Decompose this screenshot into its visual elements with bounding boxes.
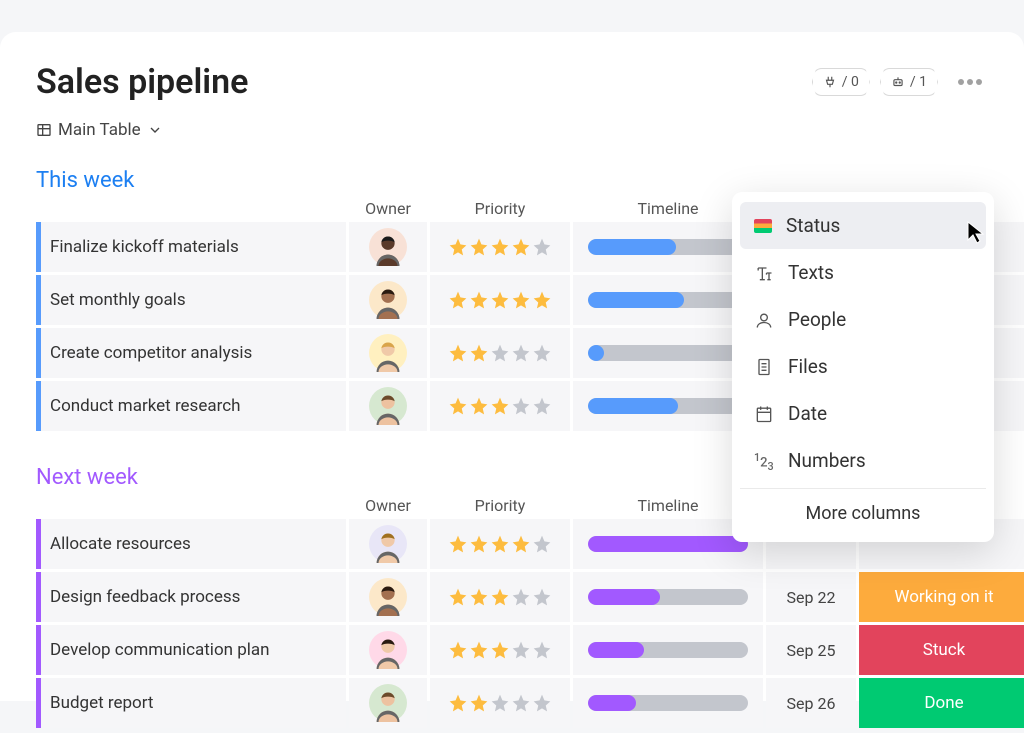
view-selector[interactable]: Main Table xyxy=(36,120,988,140)
timeline-cell[interactable] xyxy=(573,625,763,675)
owner-cell[interactable] xyxy=(349,328,427,378)
avatar xyxy=(369,387,407,425)
priority-cell[interactable] xyxy=(430,222,570,272)
avatar xyxy=(369,334,407,372)
owner-cell[interactable] xyxy=(349,572,427,622)
table-row: Develop communication plan Sep 25 Stuck xyxy=(36,625,988,675)
owner-cell[interactable] xyxy=(349,519,427,569)
view-label: Main Table xyxy=(58,120,141,140)
avatar xyxy=(369,578,407,616)
status-cell[interactable]: Stuck xyxy=(859,625,1024,675)
avatar xyxy=(369,525,407,563)
status-cell[interactable]: Done xyxy=(859,678,1024,728)
priority-cell[interactable] xyxy=(430,519,570,569)
status-cell[interactable]: Working on it xyxy=(859,572,1024,622)
status-column-cell[interactable]: Working on it xyxy=(859,572,1024,622)
column-type-files[interactable]: Files xyxy=(740,343,986,390)
avatar xyxy=(369,631,407,669)
avatar xyxy=(369,228,407,266)
priority-cell[interactable] xyxy=(430,275,570,325)
task-name-cell[interactable]: Create competitor analysis xyxy=(36,328,346,378)
status-column-cell[interactable]: Stuck xyxy=(859,625,1024,675)
task-name-cell[interactable]: Set monthly goals xyxy=(36,275,346,325)
dd-item-label: Files xyxy=(788,355,828,378)
column-type-date[interactable]: Date xyxy=(740,390,986,437)
task-name-cell[interactable]: Develop communication plan xyxy=(36,625,346,675)
plug-icon xyxy=(823,75,837,89)
priority-cell[interactable] xyxy=(430,572,570,622)
dd-item-label: People xyxy=(788,308,846,331)
star-rating xyxy=(448,640,552,660)
owner-cell[interactable] xyxy=(349,381,427,431)
star-rating xyxy=(448,343,552,363)
owner-cell[interactable] xyxy=(349,275,427,325)
timeline-cell[interactable] xyxy=(573,572,763,622)
column-type-numbers[interactable]: 123 Numbers xyxy=(740,437,986,484)
dd-item-label: Date xyxy=(788,402,827,425)
status-column-cell[interactable]: Done xyxy=(859,678,1024,728)
owner-cell[interactable] xyxy=(349,625,427,675)
col-header-priority[interactable]: Priority xyxy=(430,199,570,218)
priority-cell[interactable] xyxy=(430,381,570,431)
task-name-cell[interactable]: Conduct market research xyxy=(36,381,346,431)
timeline-cell[interactable] xyxy=(573,678,763,728)
date-cell[interactable]: Sep 26 xyxy=(766,678,856,728)
add-column-dropdown: Status Texts People Files Date 123 Numbers Mor… xyxy=(732,192,994,542)
text-icon xyxy=(754,263,774,283)
dd-item-label: Status xyxy=(786,214,840,237)
task-name-cell[interactable]: Design feedback process xyxy=(36,572,346,622)
column-type-status[interactable]: Status xyxy=(740,202,986,249)
numbers-icon: 123 xyxy=(754,451,774,471)
col-header-owner[interactable]: Owner xyxy=(349,496,427,515)
more-menu-button[interactable] xyxy=(952,73,988,91)
star-rating xyxy=(448,587,552,607)
date-icon xyxy=(754,404,774,424)
task-name-cell[interactable]: Budget report xyxy=(36,678,346,728)
more-columns-button[interactable]: More columns xyxy=(740,488,986,532)
status-icon xyxy=(754,219,772,233)
star-rating xyxy=(448,237,552,257)
date-cell[interactable]: Sep 25 xyxy=(766,625,856,675)
priority-cell[interactable] xyxy=(430,328,570,378)
page-title: Sales pipeline xyxy=(36,62,248,102)
integrations-badge[interactable]: / 0 xyxy=(812,68,870,96)
date-cell[interactable]: Sep 22 xyxy=(766,572,856,622)
people-icon xyxy=(754,310,774,330)
files-icon xyxy=(754,357,774,377)
avatar xyxy=(369,684,407,722)
avatar xyxy=(369,281,407,319)
column-type-texts[interactable]: Texts xyxy=(740,249,986,296)
robot-icon xyxy=(891,75,905,89)
task-name-cell[interactable]: Finalize kickoff materials xyxy=(36,222,346,272)
star-rating xyxy=(448,534,552,554)
star-rating xyxy=(448,396,552,416)
table-icon xyxy=(36,122,52,138)
automations-badge[interactable]: / 1 xyxy=(880,68,938,96)
col-header-owner[interactable]: Owner xyxy=(349,199,427,218)
task-name-cell[interactable]: Allocate resources xyxy=(36,519,346,569)
owner-cell[interactable] xyxy=(349,222,427,272)
dd-item-label: Texts xyxy=(788,261,834,284)
chevron-down-icon xyxy=(147,122,163,138)
table-row: Design feedback process Sep 22 Working o… xyxy=(36,572,988,622)
priority-cell[interactable] xyxy=(430,625,570,675)
star-rating xyxy=(448,693,552,713)
priority-cell[interactable] xyxy=(430,678,570,728)
group-title[interactable]: This week xyxy=(36,168,988,193)
owner-cell[interactable] xyxy=(349,678,427,728)
col-header-priority[interactable]: Priority xyxy=(430,496,570,515)
star-rating xyxy=(448,290,552,310)
column-type-people[interactable]: People xyxy=(740,296,986,343)
table-row: Budget report Sep 26 Done xyxy=(36,678,988,728)
dd-item-label: Numbers xyxy=(788,449,866,472)
